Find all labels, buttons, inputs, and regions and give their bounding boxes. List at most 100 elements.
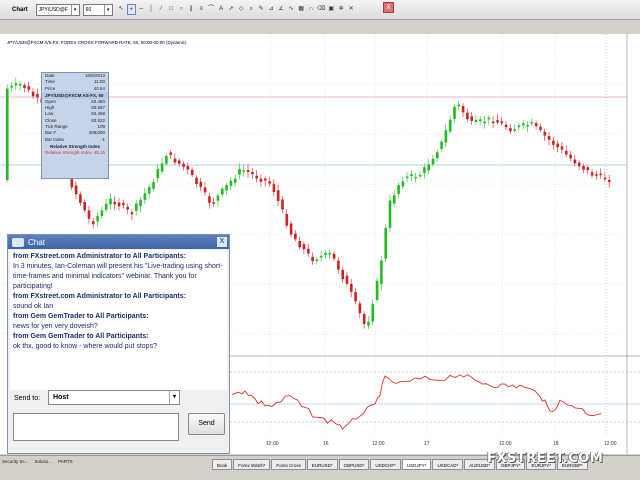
- chevron-down-icon[interactable]: ▾: [103, 4, 112, 15]
- candle-body: [543, 131, 547, 136]
- tab-usdcad[interactable]: USDCAD*: [432, 459, 464, 470]
- time-label: 12:00: [604, 441, 617, 447]
- rectangle-icon[interactable]: □: [167, 4, 176, 15]
- candle-body: [491, 121, 495, 124]
- candle-body: [238, 168, 241, 175]
- candle-body: [375, 280, 379, 300]
- delete-icon[interactable]: ✕: [347, 4, 356, 15]
- candle-body: [560, 146, 564, 150]
- send-button[interactable]: Send: [188, 413, 225, 435]
- time-label: 12:00: [499, 441, 512, 447]
- send-to-select[interactable]: Host ▾: [48, 390, 180, 405]
- channel-icon[interactable]: ∥: [187, 4, 196, 15]
- candle-body: [276, 190, 280, 201]
- drawing-tools: ↖ + ─ │ ⁄ □ ○ ∥ ≡ ⌒ A ➚ ◇ ⌕ ✎ ⊿ ∠ ∿ ▦ ∩ …: [117, 4, 357, 15]
- candle-body: [281, 199, 284, 210]
- polygon-icon[interactable]: ◇: [237, 4, 246, 15]
- remove-drawing-button[interactable]: X: [383, 2, 394, 13]
- tab-gbpusd[interactable]: GBPUSD*: [338, 459, 370, 470]
- candle-body: [565, 150, 568, 155]
- time-label: 18: [553, 441, 559, 447]
- candle-body: [401, 181, 405, 187]
- candle-body: [509, 128, 512, 132]
- tab-forex-watch[interactable]: Forex Watch*: [233, 459, 271, 470]
- tab-usdchf[interactable]: USDCHF*: [370, 459, 401, 470]
- lock-icon[interactable]: ▣: [327, 4, 336, 15]
- candle-body: [178, 160, 181, 164]
- candle-body: [268, 181, 271, 184]
- candle-body: [547, 135, 551, 140]
- pencil-icon[interactable]: ✎: [257, 4, 266, 15]
- candle-body: [513, 129, 516, 131]
- candle-body: [556, 143, 559, 148]
- candle-body: [418, 174, 422, 177]
- time-label: 17: [424, 441, 430, 447]
- time-label: 12:00: [266, 441, 279, 447]
- chevron-down-icon[interactable]: ▾: [70, 4, 79, 15]
- arc-icon[interactable]: ⌒: [207, 4, 216, 15]
- ib-row: Relative Strength Index 45.15: [45, 149, 105, 155]
- candle-body: [264, 178, 267, 181]
- candle-body: [225, 184, 228, 191]
- candle-body: [603, 177, 607, 180]
- ellipse-icon[interactable]: ○: [177, 4, 186, 15]
- grid-icon[interactable]: ▦: [297, 4, 306, 15]
- wave-icon[interactable]: ∿: [287, 4, 296, 15]
- candle-body: [156, 168, 160, 179]
- text-icon[interactable]: A: [217, 4, 226, 15]
- tab-usdjpy[interactable]: USDJPY*: [401, 459, 432, 470]
- candle-body: [298, 240, 301, 248]
- candle-body: [23, 84, 26, 89]
- candle-body: [92, 221, 95, 225]
- tab-book[interactable]: Book: [212, 459, 233, 470]
- candle-body: [152, 181, 155, 189]
- chevron-down-icon[interactable]: ▾: [169, 391, 179, 404]
- ruler-icon[interactable]: ⊿: [267, 4, 276, 15]
- candle-body: [311, 256, 314, 262]
- candle-body: [315, 259, 319, 262]
- candle-body: [109, 198, 112, 205]
- taskbar-item[interactable]: Solutio...: [35, 459, 53, 464]
- fibonacci-icon[interactable]: ≡: [197, 4, 206, 15]
- candle-body: [405, 176, 409, 179]
- candle-body: [199, 181, 203, 187]
- chat-log[interactable]: from FXstreet.com Administrator to All P…: [10, 250, 227, 390]
- ib-rsi-title: Relative Strength Index: [49, 143, 100, 149]
- taskbar-item[interactable]: Security Sc...: [2, 459, 29, 464]
- tab-forex-cross[interactable]: Forex Cross: [271, 459, 306, 470]
- eraser-icon[interactable]: ⌫: [317, 4, 326, 15]
- candle-body: [332, 253, 336, 259]
- candle-body: [182, 163, 185, 167]
- candle-body: [135, 203, 138, 211]
- arrow-icon[interactable]: ➚: [227, 4, 236, 15]
- interval-field[interactable]: 60 ▾: [82, 3, 113, 16]
- trendline-icon[interactable]: ⁄: [157, 4, 166, 15]
- vline-icon[interactable]: │: [147, 4, 156, 15]
- chat-title: Chat: [28, 237, 45, 247]
- chat-titlebar[interactable]: Chat: [8, 235, 229, 249]
- candle-body: [517, 125, 521, 128]
- message-input[interactable]: [13, 413, 179, 441]
- magnet-icon[interactable]: ∩: [307, 4, 316, 15]
- message-sender: from FXstreet.com Administrator to All P…: [13, 293, 186, 300]
- message-sender: from FXstreet.com Administrator to All P…: [13, 253, 186, 260]
- zoom-icon[interactable]: ⌕: [247, 4, 256, 15]
- taskbar-item[interactable]: PARTS: [58, 459, 73, 464]
- hline-icon[interactable]: ─: [137, 4, 146, 15]
- candle-body: [457, 104, 461, 107]
- candle-body: [242, 170, 246, 172]
- taskbar-left: Security Sc... Solutio... PARTS: [2, 459, 73, 464]
- candle-body: [483, 121, 486, 124]
- message-text: sound ok Ian: [13, 303, 54, 310]
- tab-eurusd[interactable]: EURUSD*: [306, 459, 338, 470]
- chart-toolbar: Chart JPY/USD@F ▾ 60 ▾ ↖ + ─ │ ⁄ □ ○ ∥ ≡…: [0, 0, 640, 20]
- settings-icon[interactable]: ✲: [337, 4, 346, 15]
- cursor-icon[interactable]: ↖: [117, 4, 126, 15]
- message-text: news for yen very doveish?: [13, 323, 98, 330]
- crosshair-icon[interactable]: +: [126, 4, 136, 15]
- angle-icon[interactable]: ∠: [277, 4, 286, 15]
- candle-body: [358, 303, 362, 314]
- candle-body: [397, 185, 400, 194]
- close-icon[interactable]: X: [217, 237, 227, 247]
- symbol-field[interactable]: JPY/USD@F ▾: [35, 3, 80, 16]
